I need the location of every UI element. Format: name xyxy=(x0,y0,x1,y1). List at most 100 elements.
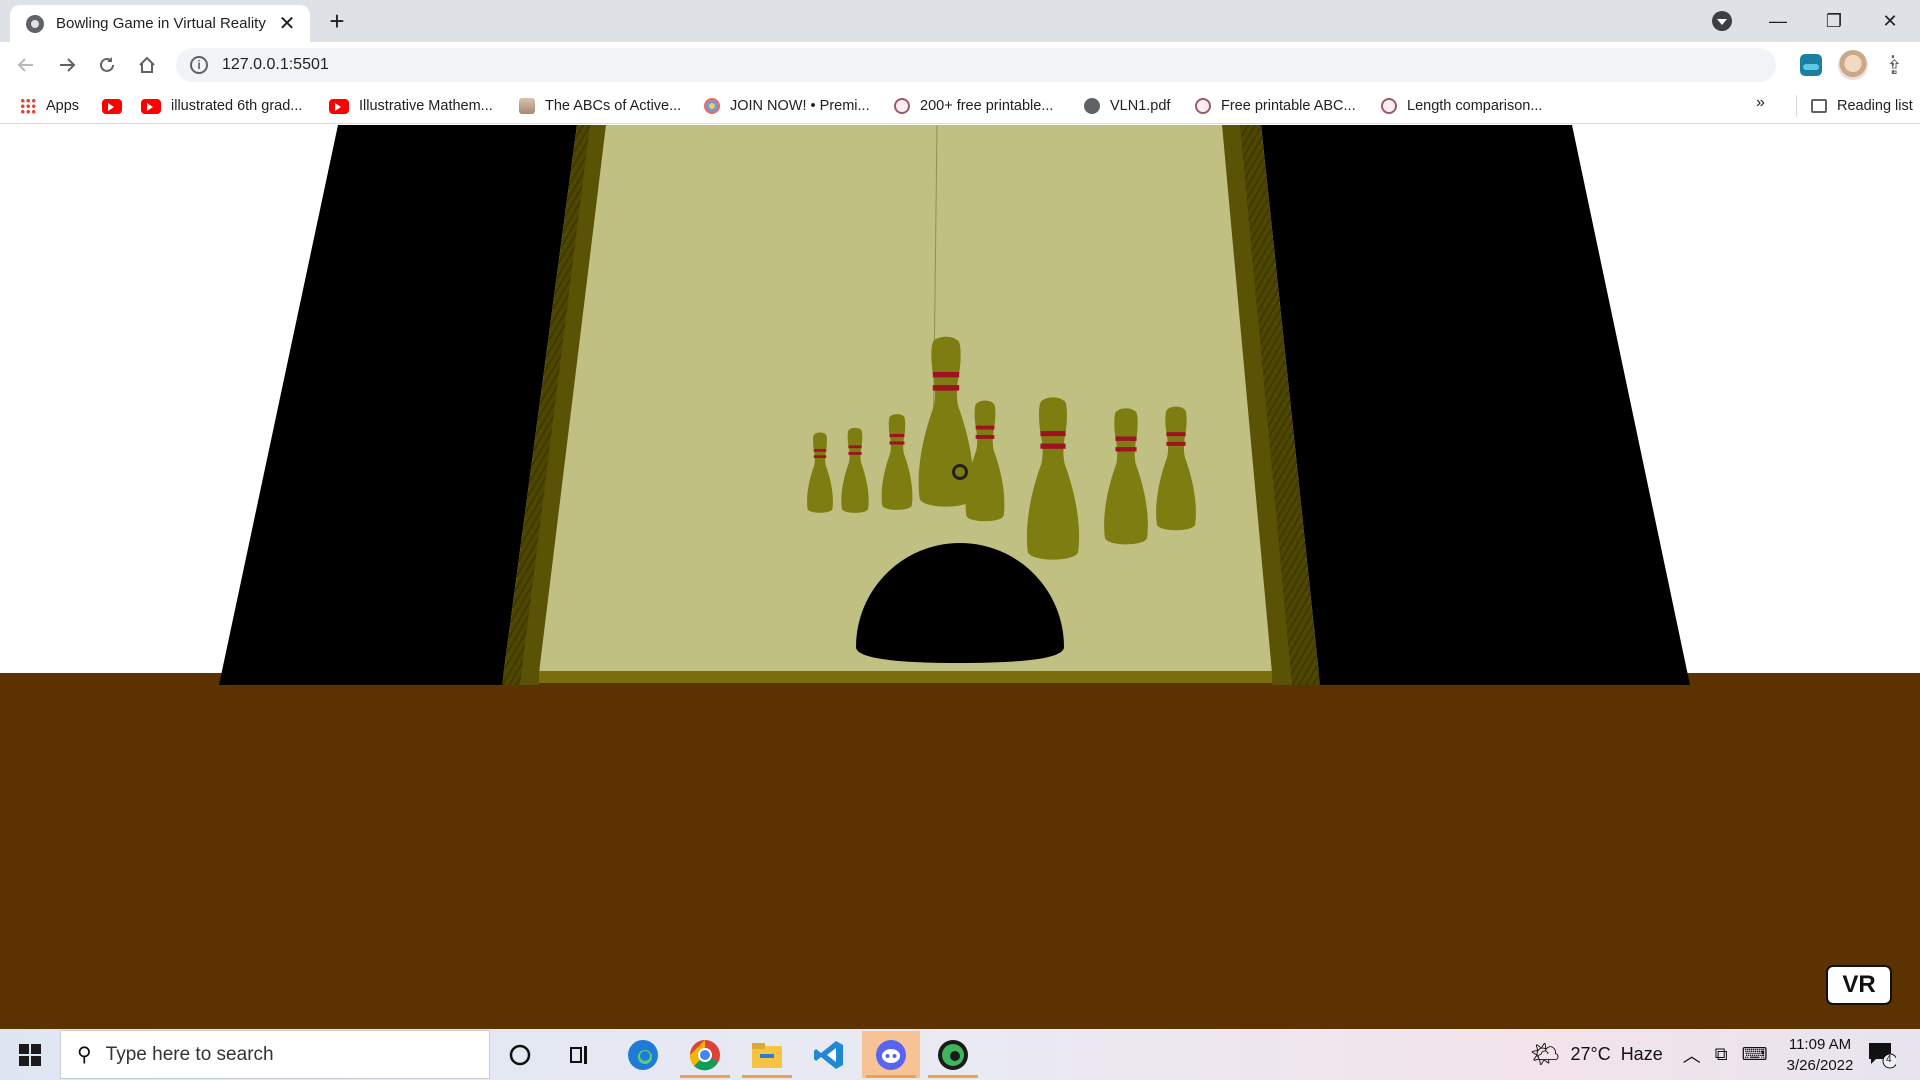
bookmark-label: JOIN NOW! • Premi... xyxy=(730,98,870,114)
taskbar-edge[interactable] xyxy=(614,1031,672,1078)
youtube-icon xyxy=(141,98,161,114)
bookmark-free-printable-abc[interactable]: Free printable ABC... xyxy=(1195,95,1356,117)
bookmark-label: The ABCs of Active... xyxy=(545,98,682,114)
window-close-button[interactable]: ✕ xyxy=(1862,0,1918,42)
stamp-icon xyxy=(894,98,910,114)
globe-icon xyxy=(1084,98,1100,114)
bookmark-label: Apps xyxy=(46,98,80,114)
weather-haze-icon[interactable]: 🌤 xyxy=(1530,1040,1560,1069)
bookmark-label: illustrated 6th grad... xyxy=(171,98,303,114)
taskbar-clock[interactable]: 11:09 AM 3/26/2022 xyxy=(1770,1034,1870,1076)
palette-icon xyxy=(704,98,720,114)
browser-toolbar: i 127.0.0.1:5501 ⇪ ☆ ⋮ xyxy=(0,42,1920,88)
pin-stripe xyxy=(932,385,960,391)
bookmark-label: Free printable ABC... xyxy=(1221,98,1356,114)
search-placeholder: Type here to search xyxy=(105,1043,274,1065)
bookmark-illustrative-math[interactable]: Illustrative Mathem... xyxy=(329,95,493,117)
search-icon: ⚲ xyxy=(77,1044,92,1066)
pin-stripe xyxy=(813,455,827,458)
pin-stripe xyxy=(975,434,995,439)
kebab-menu-icon[interactable]: ⋮ xyxy=(1882,51,1904,77)
taskbar-edge-dev[interactable] xyxy=(924,1031,982,1078)
browser-tab[interactable]: Bowling Game in Virtual Reality ✕ xyxy=(10,5,310,42)
tab-close-button[interactable]: ✕ xyxy=(276,13,298,35)
tab-title: Bowling Game in Virtual Reality xyxy=(56,15,266,32)
tab-search-button[interactable] xyxy=(1712,11,1732,31)
network-icon[interactable]: ⧉ xyxy=(1715,1044,1728,1065)
start-tile xyxy=(19,1056,29,1066)
address-bar[interactable]: i 127.0.0.1:5501 ⇪ ☆ xyxy=(176,48,1903,82)
reload-button[interactable] xyxy=(91,49,123,81)
bookmark-length-comparison[interactable]: Length comparison... xyxy=(1381,95,1542,117)
back-button[interactable] xyxy=(10,49,42,81)
vr-enter-button[interactable]: VR xyxy=(1826,965,1892,1005)
chrome-icon xyxy=(689,1039,720,1070)
youtube-icon xyxy=(102,98,122,114)
right-pit-wall xyxy=(1261,125,1690,685)
weather-temp[interactable]: 27°C xyxy=(1570,1044,1610,1065)
reading-list-button[interactable]: Reading list xyxy=(1796,95,1913,117)
edge-dev-icon xyxy=(938,1039,968,1070)
pin-stripe xyxy=(848,445,862,449)
notification-count: 4 xyxy=(1886,1054,1892,1065)
arrow-right-icon xyxy=(60,58,76,72)
minimize-button[interactable]: — xyxy=(1750,0,1806,42)
pin-stripe xyxy=(848,452,862,455)
bookmark-vln1-pdf[interactable]: VLN1.pdf xyxy=(1084,95,1170,117)
taskbar-search-box[interactable]: ⚲ Type here to search xyxy=(60,1030,490,1079)
keyboard-icon[interactable]: ⌨ xyxy=(1742,1044,1768,1065)
file-explorer-icon xyxy=(752,1042,782,1068)
taskbar-file-explorer[interactable] xyxy=(738,1031,796,1078)
pin-stripe xyxy=(1040,430,1066,437)
bookmarks-overflow-button[interactable]: » xyxy=(1756,94,1765,112)
stamp-icon xyxy=(1381,98,1397,114)
taskbar-chrome[interactable] xyxy=(676,1031,734,1078)
forward-button[interactable] xyxy=(51,49,83,81)
pin-stripe xyxy=(975,425,995,430)
bookmark-label: VLN1.pdf xyxy=(1110,98,1171,114)
bookmark-join-now[interactable]: JOIN NOW! • Premi... xyxy=(704,95,870,117)
bookmark-label: 200+ free printable... xyxy=(920,98,1054,114)
task-view-button[interactable] xyxy=(551,1031,609,1078)
clock-date: 3/26/2022 xyxy=(1786,1057,1854,1074)
new-tab-button[interactable]: + xyxy=(322,6,352,36)
cortana-icon xyxy=(509,1044,531,1065)
pin-stripe xyxy=(813,449,827,452)
bookmark-free-printable[interactable]: 200+ free printable... xyxy=(894,95,1053,117)
pin-stripe xyxy=(1115,447,1137,452)
home-icon xyxy=(139,56,155,73)
profile-avatar[interactable] xyxy=(1838,50,1868,80)
site-info-icon[interactable]: i xyxy=(190,56,208,74)
vr-scene-canvas[interactable]: VR xyxy=(0,125,1920,1029)
taskbar-discord[interactable] xyxy=(862,1031,920,1078)
taskbar-vscode[interactable] xyxy=(800,1031,858,1078)
discord-icon xyxy=(876,1039,906,1070)
reading-list-label: Reading list xyxy=(1837,98,1913,114)
windows-start-button[interactable] xyxy=(8,1037,52,1073)
reload-icon xyxy=(100,57,114,72)
extension-icon[interactable] xyxy=(1800,54,1822,76)
bookmark-illustrated-6th[interactable]: illustrated 6th grad... xyxy=(141,95,302,117)
pin-stripe xyxy=(889,433,905,438)
home-button[interactable] xyxy=(131,49,163,81)
pin-stripe xyxy=(1115,436,1137,441)
url-text[interactable]: 127.0.0.1:5501 xyxy=(222,56,329,74)
globe-icon xyxy=(26,14,44,33)
book-icon xyxy=(519,98,535,114)
restore-button[interactable]: ❐ xyxy=(1806,0,1862,42)
bookmark-youtube[interactable] xyxy=(102,95,132,117)
pin-stripe xyxy=(1166,432,1186,437)
chevron-up-icon[interactable]: ︿ xyxy=(1683,1042,1701,1068)
notification-center-button[interactable]: 4 xyxy=(1866,1039,1898,1069)
bookmark-apps[interactable]: Apps xyxy=(20,95,79,117)
edge-icon xyxy=(628,1039,658,1070)
cortana-button[interactable] xyxy=(491,1031,549,1078)
bookmark-abcs-active[interactable]: The ABCs of Active... xyxy=(519,95,681,117)
pin-stripe xyxy=(1166,441,1186,446)
pin-stripe xyxy=(932,371,960,378)
bowling-scene xyxy=(0,125,1920,1029)
weather-condition[interactable]: Haze xyxy=(1621,1044,1663,1065)
system-tray: 🌤 27°C Haze ︿ ⧉ ⌨ xyxy=(1530,1029,1768,1080)
arrow-left-icon xyxy=(17,58,33,72)
apps-grid-icon xyxy=(20,98,36,114)
